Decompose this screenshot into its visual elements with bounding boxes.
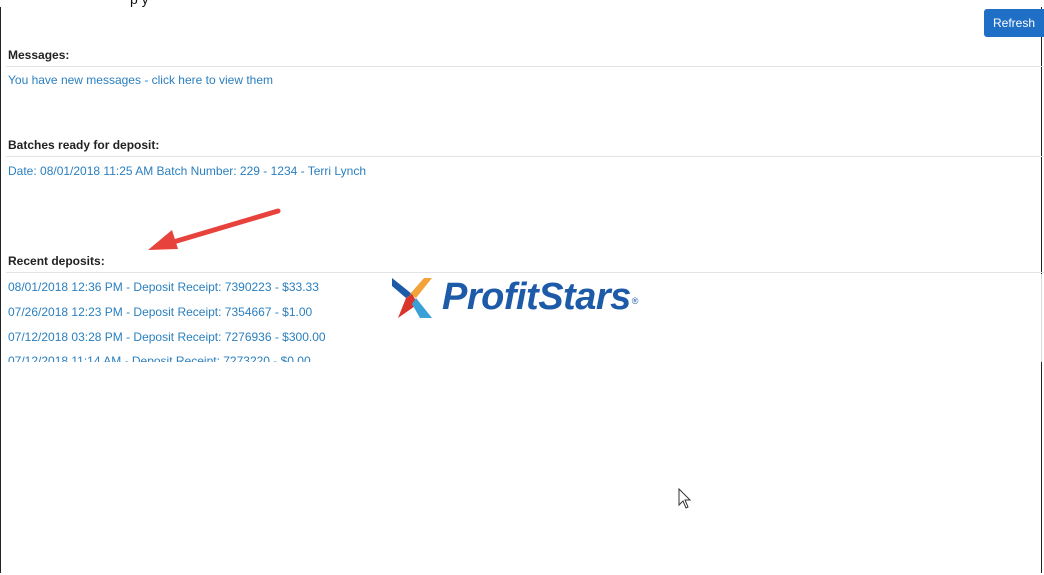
messages-title: Messages:	[8, 48, 70, 62]
profitstars-logo: ProfitStars ®	[392, 273, 638, 321]
batches-divider	[6, 156, 1044, 157]
deposit-item[interactable]: 08/01/2018 12:36 PM - Deposit Receipt: 7…	[8, 280, 319, 294]
deposit-item[interactable]: 07/12/2018 11:14 AM - Deposit Receipt: 7…	[8, 354, 311, 362]
batch-item[interactable]: Date: 08/01/2018 11:25 AM Batch Number: …	[8, 164, 366, 178]
deposits-title: Recent deposits:	[8, 254, 105, 268]
logo-registered-mark: ®	[631, 296, 639, 306]
top-clipped-area: p y	[0, 0, 1044, 7]
refresh-button[interactable]: Refresh	[984, 9, 1044, 37]
deposits-box-edge	[1041, 274, 1042, 362]
deposit-item[interactable]: 07/12/2018 03:28 PM - Deposit Receipt: 7…	[8, 330, 326, 344]
clipped-text: p y	[130, 0, 149, 7]
red-arrow-icon	[148, 208, 281, 250]
deposit-item[interactable]: 07/26/2018 12:23 PM - Deposit Receipt: 7…	[8, 305, 312, 319]
messages-link[interactable]: You have new messages - click here to vi…	[8, 73, 273, 87]
logo-text: ProfitStars	[442, 275, 631, 318]
profitstars-mark-icon	[392, 278, 432, 318]
batches-title: Batches ready for deposit:	[8, 138, 160, 152]
mouse-pointer-icon	[678, 488, 692, 509]
messages-divider	[6, 66, 1044, 67]
